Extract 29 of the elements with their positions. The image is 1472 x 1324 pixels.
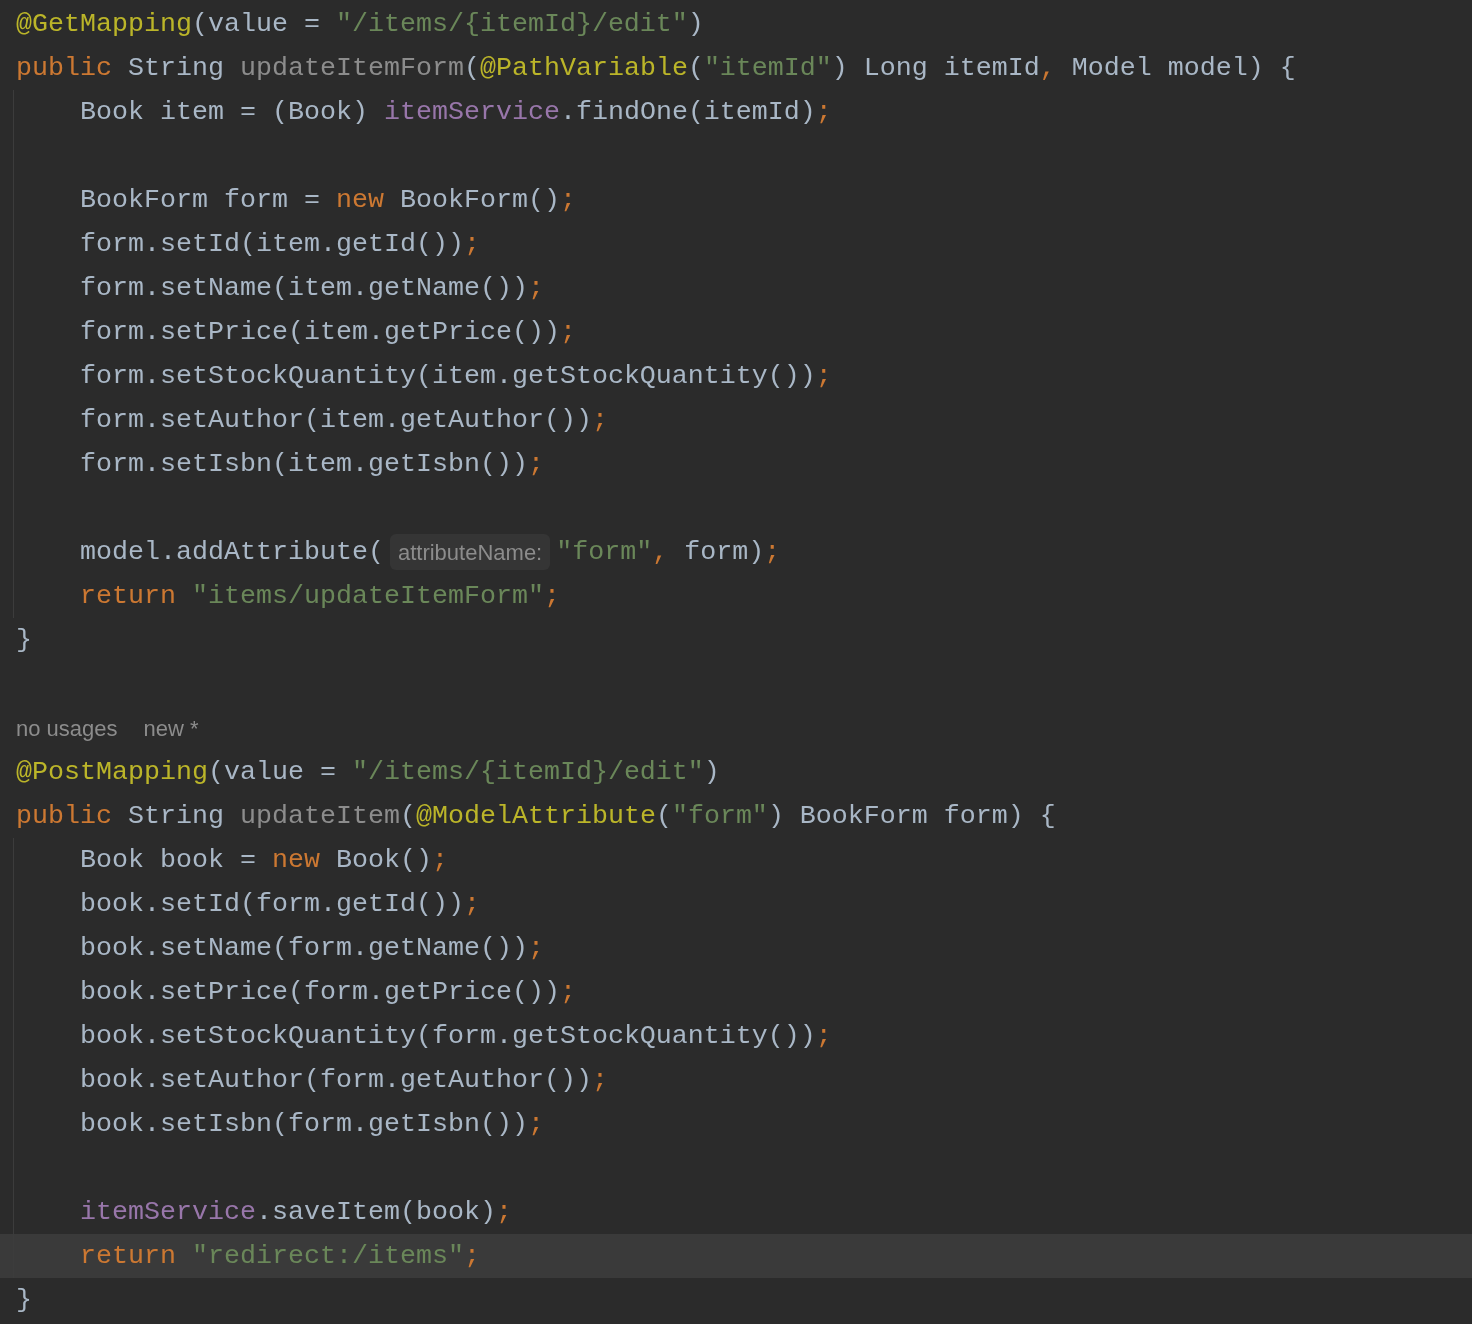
code-line: Book book = new Book(); — [80, 844, 448, 877]
code-line: book.setPrice(form.getPrice()); — [80, 976, 576, 1009]
code-line: form.setId(item.getId()); — [80, 228, 480, 261]
code-line: book.setStockQuantity(form.getStockQuantity()); — [80, 1020, 832, 1053]
code-line: } — [16, 1284, 32, 1317]
code-line: @PostMapping(value = "/items/{itemId}/edit") — [16, 756, 720, 789]
author-hint: new * — [143, 714, 199, 743]
code-text: "form", form); — [556, 536, 781, 569]
code-line: form.setPrice(item.getPrice()); — [80, 316, 576, 349]
code-line: book.setAuthor(form.getAuthor()); — [80, 1064, 608, 1097]
code-line: return "items/updateItemForm"; — [80, 580, 560, 613]
code-line: BookForm form = new BookForm(); — [80, 184, 576, 217]
code-line: Book item = (Book) itemService.findOne(itemId); — [80, 96, 832, 129]
code-line: return "redirect:/items"; — [80, 1240, 480, 1273]
code-line: book.setIsbn(form.getIsbn()); — [80, 1108, 544, 1141]
code-line: @GetMapping(value = "/items/{itemId}/edit") — [16, 8, 704, 41]
code-line: book.setId(form.getId()); — [80, 888, 480, 921]
code-line: public String updateItem(@ModelAttribute("form") BookForm form) { — [16, 800, 1056, 833]
code-line: form.setAuthor(item.getAuthor()); — [80, 404, 608, 437]
code-line: form.setIsbn(item.getIsbn()); — [80, 448, 544, 481]
code-line: } — [16, 624, 32, 657]
usages-hint[interactable]: no usages — [16, 711, 118, 745]
code-line: public String updateItemForm(@PathVariable("itemId") Long itemId, Model model) { — [16, 52, 1296, 85]
code-line: book.setName(form.getName()); — [80, 932, 544, 965]
code-text: model.addAttribute( — [80, 536, 384, 569]
code-line: form.setName(item.getName()); — [80, 272, 544, 305]
code-line: itemService.saveItem(book); — [80, 1196, 512, 1229]
parameter-hint: attributeName: — [389, 534, 551, 570]
code-line: form.setStockQuantity(item.getStockQuantity()); — [80, 360, 832, 393]
